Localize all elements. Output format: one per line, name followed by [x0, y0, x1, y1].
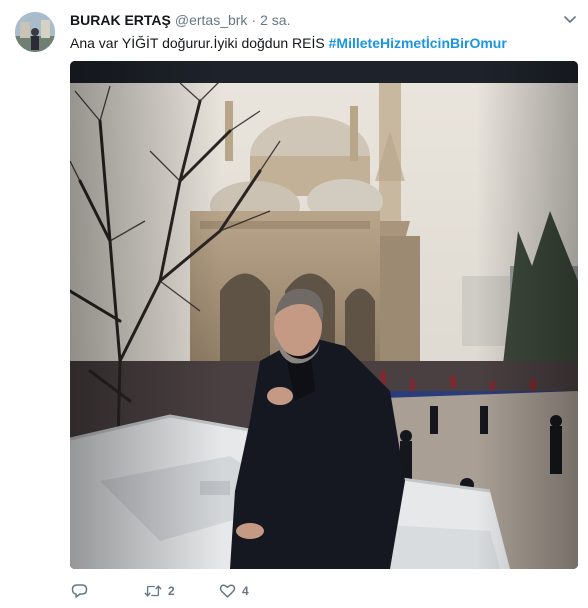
tweet-actions: 2 4	[70, 580, 292, 602]
reply-icon	[70, 582, 88, 600]
heart-icon	[218, 582, 236, 600]
reply-button[interactable]	[70, 582, 104, 600]
tweet-text: Ana var YİĞİT doğurur.İyiki doğdun REİS …	[70, 34, 575, 53]
retweet-count: 2	[168, 584, 175, 598]
tweet-photo[interactable]	[70, 61, 578, 569]
like-count: 4	[242, 584, 249, 598]
separator-dot: ·	[251, 12, 257, 28]
retweet-button[interactable]: 2	[144, 582, 178, 600]
tweet-header: BURAK ERTAŞ @ertas_brk · 2 sa.	[70, 12, 290, 30]
tweet-timestamp[interactable]: 2 sa.	[260, 12, 290, 28]
avatar[interactable]	[15, 12, 55, 52]
chevron-down-icon	[564, 16, 576, 23]
author-name[interactable]: BURAK ERTAŞ	[70, 12, 171, 28]
author-handle[interactable]: @ertas_brk	[175, 12, 248, 28]
like-button[interactable]: 4	[218, 582, 252, 600]
tweet-card[interactable]: BURAK ERTAŞ @ertas_brk · 2 sa. Ana var Y…	[0, 0, 588, 608]
avatar-image	[15, 12, 55, 52]
tweet-body: Ana var YİĞİT doğurur.İyiki doğdun REİS	[70, 35, 329, 51]
hashtag-link[interactable]: #MilleteHizmetİcinBirOmur	[329, 35, 507, 51]
photo-image	[70, 61, 578, 569]
retweet-icon	[144, 582, 162, 600]
more-options-button[interactable]	[562, 12, 578, 28]
